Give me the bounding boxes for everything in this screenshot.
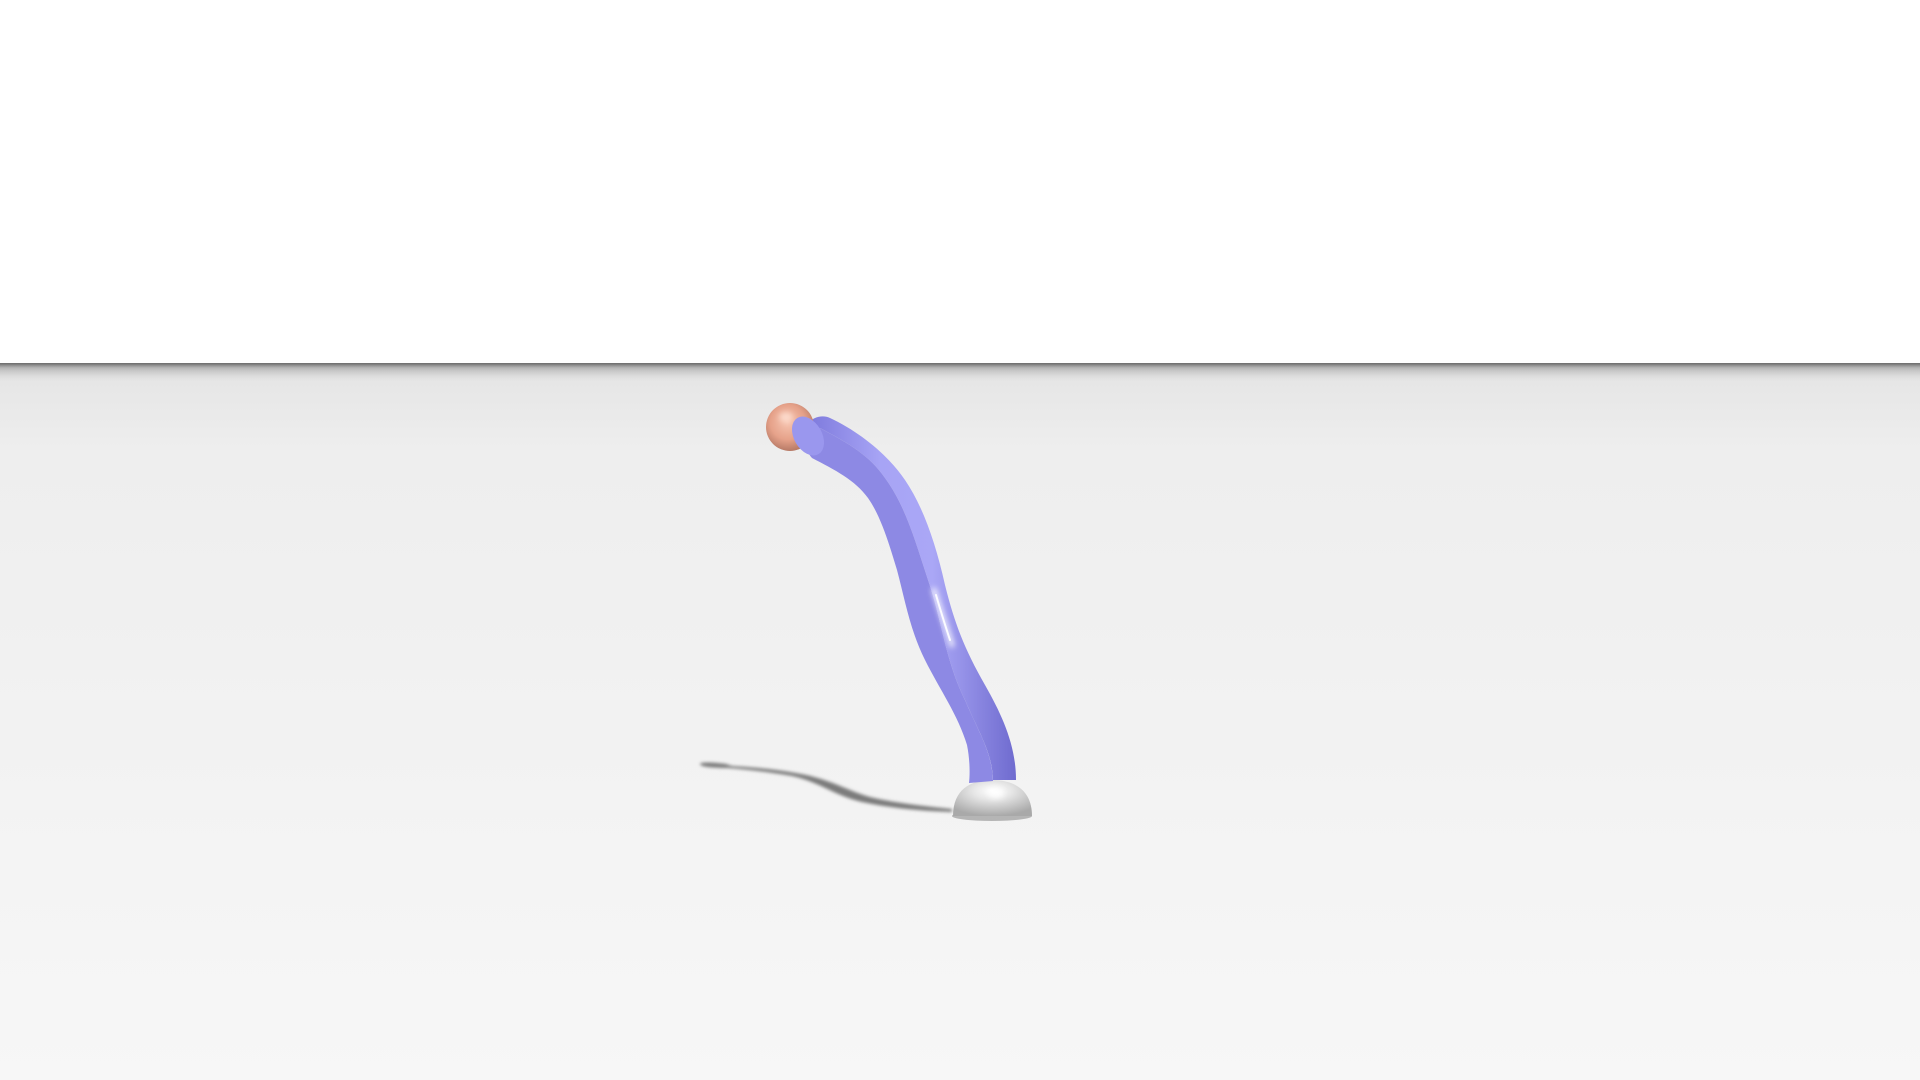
- horizon-shadow: [0, 363, 1920, 383]
- render-viewport: [0, 0, 1920, 1080]
- sky-background: [0, 0, 1920, 366]
